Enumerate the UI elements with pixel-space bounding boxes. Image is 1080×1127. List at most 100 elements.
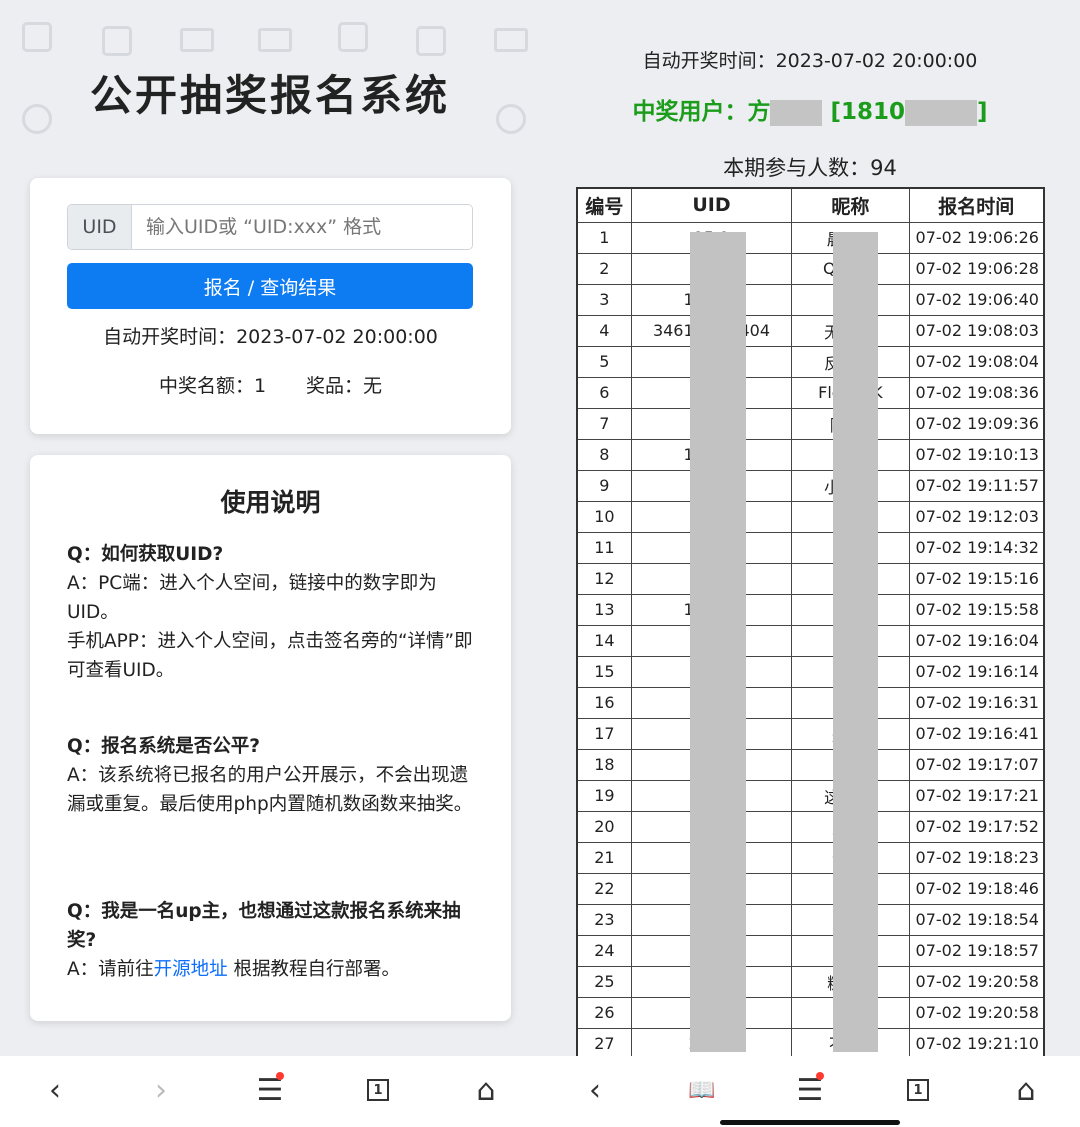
table-row: 2562 5糖 e...07-02 19:20:58 [576,965,1045,998]
row-number: 23 [576,903,632,936]
uid-input-group: UID [67,204,473,250]
row-time: 07-02 19:10:13 [908,438,1045,471]
row-time: 07-02 19:18:23 [908,841,1045,874]
forward-icon[interactable]: › [141,1070,181,1110]
camera-icon [102,26,132,56]
row-number: 8 [576,438,632,471]
faq-answer: A：请前往开源地址 根据教程自行部署。 [67,959,401,980]
menu-icon[interactable]: ☰ [790,1070,830,1110]
row-time: 07-02 19:17:07 [908,748,1045,781]
row-time: 07-02 19:15:58 [908,593,1045,626]
faq-item: Q：我是一名up主，也想通过这款报名系统来抽奖? A：请前往开源地址 根据教程自… [67,897,482,984]
row-number: 9 [576,469,632,502]
row-time: 07-02 19:11:57 [908,469,1045,502]
table-row: 3108 25电 黄07-02 19:06:40 [576,283,1045,316]
row-number: 3 [576,283,632,316]
page-title: 公开抽奖报名系统 [89,71,450,120]
row-number: 7 [576,407,632,440]
row-time: 07-02 19:08:03 [908,314,1045,347]
table-row: 718 4阿 no07-02 19:09:36 [576,407,1045,440]
home-indicator [720,1120,900,1125]
row-time: 07-02 19:16:04 [908,624,1045,657]
table-row: 2410 55 文07-02 19:18:57 [576,934,1045,967]
tabs-icon[interactable]: 1 [898,1070,938,1110]
table-row: 125 9晨 ff...07-02 19:06:26 [576,221,1045,254]
table-row: 543 2反 百...07-02 19:08:04 [576,345,1045,378]
row-number: 6 [576,376,632,409]
draw-time: 自动开奖时间：2023-07-02 20:00:00 [642,50,978,72]
notification-dot [816,1072,824,1080]
monitor-icon [494,28,528,52]
row-number: 11 [576,531,632,564]
table-header-row: 编号 UID 昵称 报名时间 [576,187,1045,223]
faq-item: Q：如何获取UID? A：PC端：进入个人空间，链接中的数字即为UID。 手机A… [67,540,482,685]
prize-info: 中奖名额：1 奖品：无 [30,371,511,398]
source-link[interactable]: 开源地址 [154,959,228,980]
row-time: 07-02 19:16:31 [908,686,1045,719]
row-time: 07-02 19:17:52 [908,810,1045,843]
faq-answer: A：该系统将已报名的用户公开展示，不会出现遗漏或重复。最后使用php内置随机数函… [67,765,473,815]
table-row: 238 507-02 19:18:54 [576,903,1045,936]
table-row: 4346158 31404无 的...07-02 19:08:03 [576,314,1045,347]
row-number: 4 [576,314,632,347]
home-icon[interactable]: ⌂ [1006,1070,1046,1110]
back-icon[interactable]: ‹ [35,1070,75,1110]
faq-answer: 手机APP：进入个人空间，点击签名旁的“详情”即可查看UID。 [67,631,473,681]
signup-form-card: UID 报名 / 查询结果 自动开奖时间：2023-07-02 20:00:00… [30,178,511,434]
table-row: 1031 0 07-02 19:12:03 [576,500,1045,533]
row-number: 1 [576,221,632,254]
menu-icon[interactable]: ☰ [250,1070,290,1110]
monitor-icon [180,28,214,52]
row-number: 19 [576,779,632,812]
table-row: 1666 207-02 19:16:31 [576,686,1045,719]
row-time: 07-02 19:09:36 [908,407,1045,440]
row-number: 26 [576,996,632,1029]
row-number: 20 [576,810,632,843]
participant-count: 本期参与人数：94 [723,156,897,180]
draw-time: 自动开奖时间：2023-07-02 20:00:00 [103,326,438,348]
submit-button[interactable]: 报名 / 查询结果 [67,263,473,309]
home-icon[interactable]: ⌂ [466,1070,506,1110]
redacted-name [770,99,823,126]
row-number: 25 [576,965,632,998]
tablet-icon [338,22,368,52]
table-row: 638 2Flo amK07-02 19:08:36 [576,376,1045,409]
browser-toolbar: ‹ › ☰ 1 ⌂ [0,1056,540,1127]
row-time: 07-02 19:08:36 [908,376,1045,409]
row-time: 07-02 19:18:54 [908,903,1045,936]
row-number: 24 [576,934,632,967]
header-time: 报名时间 [908,187,1045,223]
table-row: 2034 4三 亭07-02 19:17:52 [576,810,1045,843]
tabs-icon[interactable]: 1 [358,1070,398,1110]
table-row: 1953 9这 客...07-02 19:17:21 [576,779,1045,812]
row-number: 13 [576,593,632,626]
help-title: 使用说明 [220,488,321,517]
faq-question: Q：报名系统是否公平? [67,736,260,757]
header-nickname: 昵称 [791,187,910,223]
row-number: 22 [576,872,632,905]
right-screen: 自动开奖时间：2023-07-02 20:00:00 中奖用户：方 [1810]… [540,0,1080,1127]
winners-quota: 中奖名额：1 [158,375,267,397]
table-row: 1239 9c 107-02 19:15:16 [576,562,1045,595]
table-row: 1735 8是 尼07-02 19:16:41 [576,717,1045,750]
laptop-icon [258,28,292,52]
row-time: 07-02 19:18:46 [908,872,1045,905]
back-icon[interactable]: ‹ [575,1070,615,1110]
row-time: 07-02 19:06:40 [908,283,1045,316]
row-number: 10 [576,500,632,533]
notification-dot [276,1072,284,1080]
row-time: 07-02 19:20:58 [908,965,1045,998]
row-number: 18 [576,748,632,781]
uid-label: UID [68,205,132,249]
row-time: 07-02 19:16:41 [908,717,1045,750]
tablet-icon [22,22,52,52]
redaction-bar [833,232,878,1052]
row-number: 12 [576,562,632,595]
uid-input[interactable] [132,205,472,249]
left-screen: 公开抽奖报名系统 UID 报名 / 查询结果 自动开奖时间：2023-07-02… [0,0,540,1127]
reader-mode-icon[interactable]: 📖 [682,1070,722,1110]
participants-table: 编号 UID 昵称 报名时间 125 9晨 ff...07-02 19:06:2… [576,187,1045,1060]
header-uid: UID [630,187,793,223]
table-row: 2151 7泯 、07-02 19:18:23 [576,841,1045,874]
redaction-bar [690,232,746,1052]
